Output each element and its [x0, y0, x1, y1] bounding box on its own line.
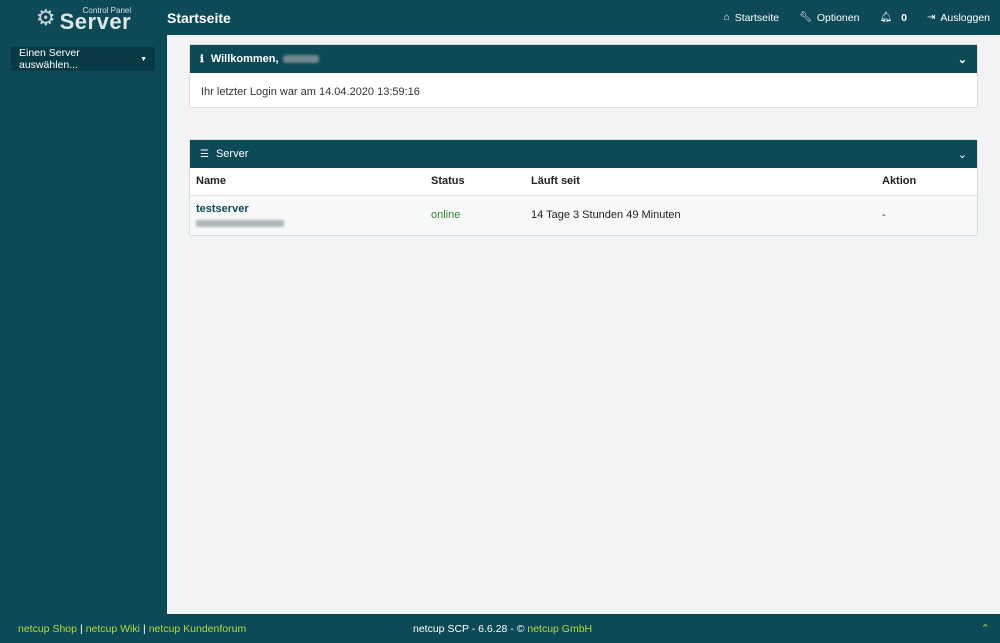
notification-count-badge: 0 — [901, 11, 907, 24]
nav-home[interactable]: ⌂ Startseite — [724, 12, 779, 24]
column-action-header: Aktion — [876, 168, 977, 196]
top-navigation: ⌂ Startseite 🔧︎ Optionen 🔔︎ 0 ⇥ Auslogge… — [724, 12, 1000, 24]
column-name-header: Name — [190, 168, 425, 196]
server-panel: ☰ Server ⌄ Name Status Läuft seit Aktion… — [189, 139, 978, 236]
list-icon: ☰ — [200, 148, 209, 160]
server-action: - — [876, 195, 977, 235]
logout-icon: ⇥ — [926, 12, 936, 23]
nav-options[interactable]: 🔧︎ Optionen — [799, 12, 859, 24]
footer-link-shop[interactable]: netcup Shop — [18, 623, 77, 635]
footer: netcup Shop | netcup Wiki | netcup Kundenfor… — [0, 614, 1000, 643]
column-status-header: Status — [425, 168, 525, 196]
table-row[interactable]: testserver online 14 Tage 3 Stunden 49 M… — [190, 195, 977, 235]
footer-separator: | — [79, 622, 83, 635]
server-name-cell[interactable]: testserver — [190, 195, 425, 235]
chevron-down-icon[interactable]: ⌄ — [958, 53, 967, 66]
main-content: ℹ Willkommen, ⌄ Ihr letzter Login war am… — [167, 35, 1000, 614]
home-icon: ⌂ — [723, 12, 730, 23]
logo-subtitle: Control Panel — [82, 5, 132, 15]
footer-link-wiki[interactable]: netcup Wiki — [86, 623, 140, 635]
server-status: online — [425, 195, 525, 235]
server-name-link[interactable]: testserver — [196, 203, 419, 215]
nav-home-label: Startseite — [734, 11, 780, 24]
redacted-server-id — [196, 220, 284, 228]
gear-logo-icon: ⚙ — [35, 4, 56, 30]
footer-company-link[interactable]: netcup GmbH — [527, 623, 592, 635]
nav-logout-label: Ausloggen — [940, 11, 990, 24]
footer-link-forum[interactable]: netcup Kundenforum — [149, 623, 246, 635]
server-table: Name Status Läuft seit Aktion testserver… — [190, 168, 977, 235]
footer-separator: | — [142, 622, 146, 635]
sidebar: Einen Server auswählen... ▼ — [0, 35, 167, 614]
footer-links: netcup Shop | netcup Wiki | netcup Kundenfor… — [0, 623, 246, 635]
chevron-up-icon[interactable]: ⌃ — [981, 622, 990, 635]
server-uptime: 14 Tage 3 Stunden 49 Minuten — [525, 195, 876, 235]
column-uptime-header: Läuft seit — [525, 168, 876, 196]
nav-logout[interactable]: ⇥ Ausloggen — [927, 12, 990, 24]
redacted-username — [282, 55, 319, 63]
welcome-panel-header[interactable]: ℹ Willkommen, ⌄ — [190, 45, 977, 73]
table-header-row: Name Status Läuft seit Aktion — [190, 168, 977, 196]
server-panel-title: Server — [215, 148, 249, 160]
logo[interactable]: ⚙ Control Panel Server — [0, 0, 167, 35]
server-panel-header[interactable]: ☰ Server ⌄ — [190, 140, 977, 168]
footer-version-text: netcup SCP - 6.6.28 - © — [413, 622, 525, 635]
wrench-icon: 🔧︎ — [799, 12, 812, 23]
page-title: Startseite — [167, 9, 231, 26]
welcome-panel: ℹ Willkommen, ⌄ Ihr letzter Login war am… — [189, 44, 978, 108]
bell-icon: 🔔︎ — [879, 12, 893, 23]
caret-down-icon: ▼ — [140, 55, 147, 63]
footer-version: netcup SCP - 6.6.28 - © netcup GmbH — [413, 623, 592, 635]
server-select-label: Einen Server auswählen... — [19, 47, 80, 71]
nav-options-label: Optionen — [816, 11, 860, 24]
server-select-dropdown[interactable]: Einen Server auswählen... ▼ — [11, 47, 155, 71]
top-bar: ⚙ Control Panel Server Startseite ⌂ Star… — [0, 0, 1000, 35]
logo-text: Control Panel Server — [60, 4, 132, 33]
nav-notifications[interactable]: 🔔︎ 0 — [879, 12, 907, 24]
chevron-down-icon[interactable]: ⌄ — [958, 148, 967, 161]
info-icon: ℹ — [200, 53, 204, 65]
last-login-text: Ihr letzter Login war am 14.04.2020 13:5… — [201, 86, 420, 98]
welcome-title: Willkommen, — [210, 53, 279, 65]
